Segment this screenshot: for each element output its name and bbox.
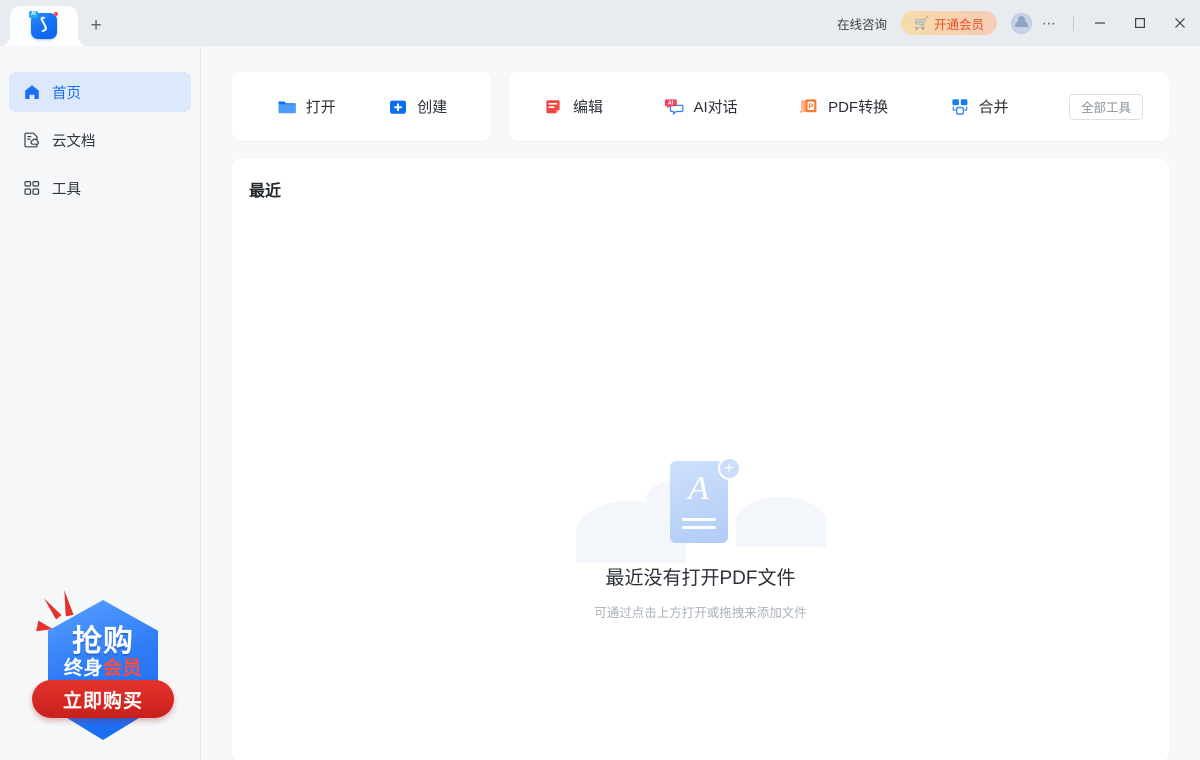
quick-actions-row: 打开 创建 编辑 AI AI对话 P PDF转换 合并 全部工具 <box>201 46 1200 141</box>
merge-icon <box>949 96 971 118</box>
edit-label: 编辑 <box>573 99 604 116</box>
title-bar: AI ⟆ + 在线咨询 🛒 开通会员 ⋯ <box>0 0 1200 46</box>
pdf-convert-button[interactable]: P PDF转换 <box>798 96 888 118</box>
ai-chat-label: AI对话 <box>693 99 738 116</box>
close-button[interactable] <box>1160 6 1200 40</box>
svg-text:P: P <box>808 101 813 110</box>
open-file-label: 打开 <box>305 99 336 116</box>
online-consult-link[interactable]: 在线咨询 <box>823 14 901 33</box>
svg-text:AI: AI <box>668 100 674 106</box>
pdf-acrobat-glyph-icon: A <box>688 470 709 507</box>
edit-doc-icon <box>543 96 565 118</box>
avatar[interactable] <box>1011 12 1032 34</box>
ai-badge-label: AI <box>29 11 38 18</box>
pdf-convert-label: PDF转换 <box>828 99 889 116</box>
avatar-head-icon <box>1018 16 1025 23</box>
create-file-label: 创建 <box>417 99 448 116</box>
ai-chat-icon: AI <box>663 96 685 118</box>
activate-membership-label: 开通会员 <box>933 17 984 32</box>
cloud-doc-icon <box>22 131 41 150</box>
notification-dot-icon <box>54 12 58 16</box>
recent-panel: 最近 A + 最近没有打开PDF文件 可通过点击上方打开或拖拽来添加文件 <box>232 159 1169 760</box>
grid-tools-icon <box>22 179 41 198</box>
pdf-add-icon: A + <box>575 449 826 563</box>
primary-actions-card: 打开 创建 <box>232 72 491 141</box>
cart-icon: 🛒 <box>914 16 929 30</box>
home-icon <box>22 83 41 102</box>
create-file-button[interactable]: 创建 <box>387 96 447 118</box>
spark-2-icon <box>60 589 73 616</box>
app-window: AI ⟆ + 在线咨询 🛒 开通会员 ⋯ 首页 云文档 工具 打开 创建 编辑 … <box>0 0 1200 760</box>
all-tools-button[interactable]: 全部工具 <box>1068 93 1143 120</box>
logo-swoosh-icon: ⟆ <box>39 15 49 34</box>
add-plus-badge-icon: + <box>717 457 741 480</box>
buy-now-label: 立即购买 <box>62 690 143 712</box>
main-content: 打开 创建 编辑 AI AI对话 P PDF转换 合并 全部工具 最近 A + … <box>201 46 1200 760</box>
edit-button[interactable]: 编辑 <box>543 96 603 118</box>
sidebar-item-cloud-docs[interactable]: 云文档 <box>9 120 191 160</box>
pdf-line-2-icon <box>681 526 716 529</box>
promo-line-2-red: 会员 <box>103 658 143 679</box>
maximize-button[interactable] <box>1120 6 1160 40</box>
merge-label: 合并 <box>978 99 1009 116</box>
promo-line-2-white: 终身 <box>63 658 103 679</box>
sidebar-item-home-label: 首页 <box>52 85 81 102</box>
more-options-button[interactable]: ⋯ <box>1032 15 1067 32</box>
open-file-button[interactable]: 打开 <box>276 96 336 118</box>
titlebar-divider <box>1073 15 1074 31</box>
buy-now-button[interactable]: 立即购买 <box>32 680 174 718</box>
empty-state-subtitle: 可通过点击上方打开或拖拽来添加文件 <box>594 606 807 620</box>
folder-open-icon <box>276 96 298 118</box>
tab-strip: AI ⟆ + <box>0 0 114 46</box>
plus-square-icon <box>387 96 409 118</box>
cloud-shape-right-icon <box>735 497 826 547</box>
minimize-button[interactable] <box>1080 6 1120 40</box>
app-logo-icon: AI ⟆ <box>29 11 58 39</box>
sidebar-item-cloud-docs-label: 云文档 <box>52 133 96 150</box>
sidebar-item-tools[interactable]: 工具 <box>9 168 191 208</box>
sidebar-item-home[interactable]: 首页 <box>9 72 191 112</box>
sidebar-item-tools-label: 工具 <box>52 181 81 198</box>
empty-state-title: 最近没有打开PDF文件 <box>605 568 796 589</box>
secondary-actions-card: 编辑 AI AI对话 P PDF转换 合并 全部工具 <box>509 72 1169 141</box>
titlebar-right-controls: 在线咨询 🛒 开通会员 ⋯ <box>823 0 1200 46</box>
activate-membership-button[interactable]: 🛒 开通会员 <box>901 11 997 35</box>
ai-chat-button[interactable]: AI AI对话 <box>663 96 738 118</box>
merge-button[interactable]: 合并 <box>949 96 1009 118</box>
recent-title: 最近 <box>249 183 282 200</box>
promo-line-2: 终身会员 <box>32 653 174 680</box>
tab-active-home[interactable]: AI ⟆ <box>10 6 78 46</box>
pdf-line-1-icon <box>681 518 716 521</box>
promo-badge[interactable]: 抢购 终身会员 立即购买 <box>32 590 174 742</box>
empty-state: A + 最近没有打开PDF文件 可通过点击上方打开或拖拽来添加文件 <box>232 449 1169 621</box>
pdf-convert-icon: P <box>798 96 820 118</box>
